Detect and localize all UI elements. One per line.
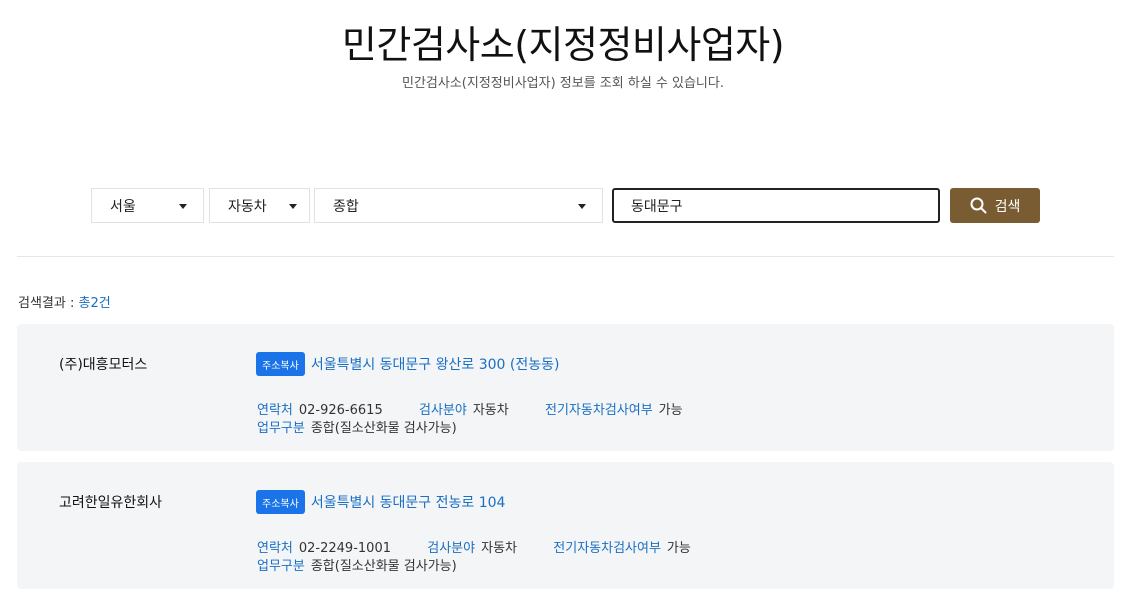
search-button-label: 검색 bbox=[994, 198, 1021, 215]
search-icon bbox=[970, 197, 987, 214]
copy-address-button[interactable]: 주소복사 bbox=[256, 490, 305, 514]
page-title: 민간검사소(지정정비사업자) bbox=[341, 23, 785, 67]
work-value: 종합(질소산화물 검사가능) bbox=[310, 559, 457, 574]
ev-value: 가능 bbox=[658, 403, 683, 418]
caret-down-icon bbox=[289, 204, 297, 209]
result-card: (주)대흥모터스 주소복사 서울특별시 동대문구 왕산로 300 (전농동) 연… bbox=[17, 324, 1114, 451]
address-text: 서울특별시 동대문구 전농로 104 bbox=[310, 495, 506, 511]
info-row: 연락처 02-926-6615 검사분야 자동차 전기자동차검사여부 가능 bbox=[257, 399, 683, 418]
work-value: 종합(질소산화물 검사가능) bbox=[310, 421, 457, 436]
address-row: 주소복사 서울특별시 동대문구 왕산로 300 (전농동) bbox=[256, 352, 559, 376]
region-select-value: 서울 bbox=[110, 198, 136, 215]
ev-value: 가능 bbox=[666, 541, 691, 556]
contact-value: 02-2249-1001 bbox=[298, 541, 391, 556]
ev-label: 전기자동차검사여부 bbox=[553, 541, 661, 556]
address-text: 서울특별시 동대문구 왕산로 300 (전농동) bbox=[310, 357, 560, 373]
divider bbox=[17, 256, 1114, 257]
inspection-type-select-value: 종합 bbox=[333, 198, 359, 215]
region-select[interactable]: 서울 bbox=[91, 188, 204, 223]
category-label: 검사분야 bbox=[427, 541, 476, 556]
company-name: 고려한일유한회사 bbox=[59, 495, 163, 511]
caret-down-icon bbox=[179, 204, 187, 209]
category-label: 검사분야 bbox=[419, 403, 467, 418]
info-row: 업무구분 종합(질소산화물 검사가능) bbox=[257, 555, 457, 574]
copy-address-button[interactable]: 주소복사 bbox=[256, 352, 305, 376]
inspection-type-select[interactable]: 종합 bbox=[314, 188, 603, 223]
caret-down-icon bbox=[578, 204, 586, 209]
search-button[interactable]: 검색 bbox=[950, 188, 1040, 223]
work-label: 업무구분 bbox=[257, 421, 305, 436]
info-row: 업무구분 종합(질소산화물 검사가능) bbox=[257, 417, 457, 436]
page-subtitle: 민간검사소(지정정비사업자) 정보를 조회 하실 수 있습니다. bbox=[402, 76, 724, 91]
result-summary: 검색결과 : 총2건 bbox=[18, 292, 111, 311]
search-bar: 서울 자동차 종합 검색 bbox=[91, 188, 1051, 224]
contact-value: 02-926-6615 bbox=[298, 403, 383, 418]
category-value: 자동차 bbox=[472, 403, 509, 418]
keyword-search-input[interactable] bbox=[612, 188, 940, 223]
info-row: 연락처 02-2249-1001 검사분야 자동차 전기자동차검사여부 가능 bbox=[257, 537, 691, 556]
address-row: 주소복사 서울특별시 동대문구 전농로 104 bbox=[256, 490, 505, 514]
company-name: (주)대흥모터스 bbox=[59, 357, 148, 373]
result-count: 총2건 bbox=[78, 296, 111, 311]
result-card: 고려한일유한회사 주소복사 서울특별시 동대문구 전농로 104 연락처 02-2… bbox=[17, 462, 1114, 589]
work-label: 업무구분 bbox=[257, 559, 305, 574]
contact-label: 연락처 bbox=[257, 541, 293, 556]
contact-label: 연락처 bbox=[257, 403, 293, 418]
result-summary-label: 검색결과 : bbox=[18, 296, 79, 311]
vehicle-select-value: 자동차 bbox=[228, 198, 267, 215]
vehicle-select[interactable]: 자동차 bbox=[209, 188, 310, 223]
ev-label: 전기자동차검사여부 bbox=[545, 403, 653, 418]
category-value: 자동차 bbox=[481, 541, 517, 556]
